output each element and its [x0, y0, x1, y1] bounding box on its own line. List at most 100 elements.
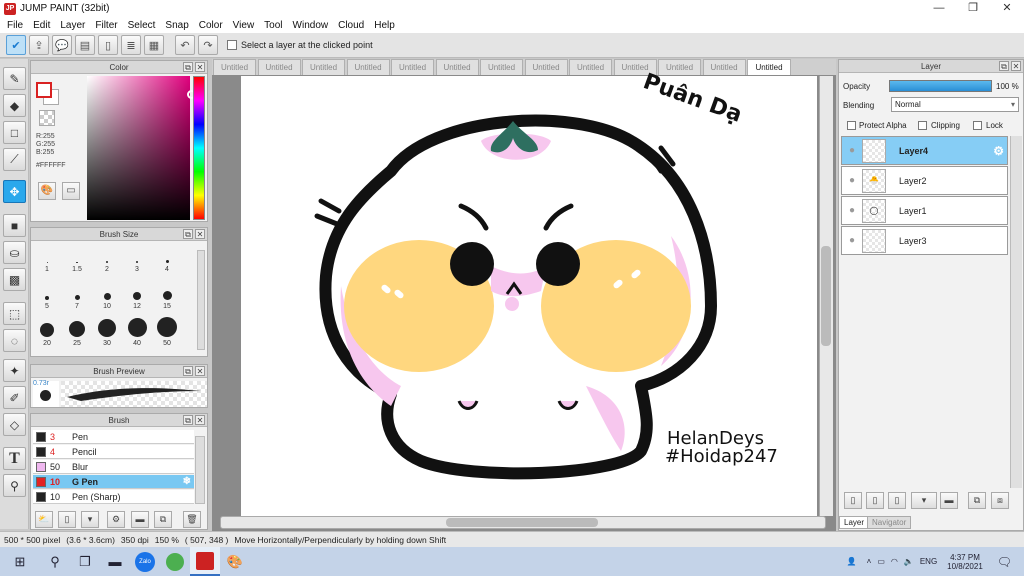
brush-list-scrollbar[interactable] [195, 436, 205, 504]
document-tab[interactable]: Untitled [702, 59, 746, 75]
rect-select-tool-button[interactable]: □ [3, 121, 26, 144]
brush-size-option[interactable]: 3 [122, 243, 152, 273]
menu-select[interactable]: Select [123, 20, 161, 31]
panel-close-icon[interactable]: ✕ [1011, 61, 1021, 71]
eraser-tool-button[interactable]: ◆ [3, 94, 26, 117]
document-tab[interactable]: Untitled [257, 59, 301, 75]
undo-button[interactable]: ↶ [175, 35, 195, 55]
visibility-toggle-icon[interactable]: ● [842, 175, 862, 186]
line-tool-button[interactable]: ⟋ [3, 148, 26, 171]
lock-checkbox[interactable] [973, 121, 982, 130]
layer-settings-icon[interactable]: ⚙ [993, 144, 1004, 158]
chevron-up-icon[interactable]: ˄ [867, 557, 872, 566]
notification-icon[interactable]: 🗨 [997, 555, 1012, 569]
menu-layer[interactable]: Layer [55, 20, 90, 31]
zalo-button[interactable]: Zalo [130, 547, 160, 576]
lasso-tool-button[interactable]: ◌ [3, 329, 26, 352]
document-tab[interactable]: Untitled [747, 59, 791, 75]
transparent-swatch[interactable] [39, 110, 55, 126]
browser-button[interactable] [160, 547, 190, 576]
menu-filter[interactable]: Filter [90, 20, 122, 31]
brush-size-option[interactable]: 25 [62, 317, 92, 347]
visibility-toggle-icon[interactable]: ● [842, 235, 862, 246]
text-tool-button[interactable]: T [3, 447, 26, 470]
comment-button[interactable]: 💬 [52, 35, 72, 55]
foreground-color-swatch[interactable] [36, 82, 52, 98]
horizontal-scroll-thumb[interactable] [446, 518, 598, 527]
panel-close-icon[interactable]: ✕ [195, 229, 205, 239]
brush-size-scrollbar[interactable] [197, 250, 205, 350]
menu-cloud[interactable]: Cloud [333, 20, 369, 31]
tab-navigator[interactable]: Navigator [867, 516, 912, 529]
brush-list-item[interactable]: 4 Pencil [33, 445, 194, 459]
menu-color[interactable]: Color [194, 20, 228, 31]
selection-tool-button[interactable]: ⬚ [3, 302, 26, 325]
document-button[interactable]: ▯ [98, 35, 118, 55]
minimize-button[interactable]: — [922, 0, 956, 17]
delete-brush-button[interactable]: 🗑 [183, 511, 201, 528]
pen-tool-button[interactable]: ✎ [3, 67, 26, 90]
layer-folder-button[interactable]: ▬ [940, 492, 958, 509]
layer-cloud-button[interactable]: ▯ [844, 492, 862, 509]
document-tab[interactable]: Untitled [346, 59, 390, 75]
brush-folder-button[interactable]: ▬ [131, 511, 149, 528]
panel-detach-icon[interactable]: ⧉ [183, 62, 193, 72]
brush-size-option[interactable]: 10 [92, 280, 122, 310]
brush-size-option[interactable]: 1.5 [62, 243, 92, 273]
document-tab[interactable]: Untitled [302, 59, 345, 75]
brush-menu-button[interactable]: ▾ [81, 511, 99, 528]
layer-row[interactable]: ● ◯ Layer1 [841, 196, 1008, 225]
volume-icon[interactable]: 🔈 [904, 557, 914, 566]
duplicate-brush-button[interactable]: ⧉ [154, 511, 172, 528]
canvas-vertical-scrollbar[interactable] [819, 76, 833, 516]
layer-list-scrollbar[interactable] [1010, 136, 1022, 488]
tab-layer[interactable]: Layer [839, 516, 870, 529]
explorer-button[interactable]: ▬ [100, 547, 130, 576]
menu-edit[interactable]: Edit [28, 20, 55, 31]
menu-snap[interactable]: Snap [160, 20, 193, 31]
cloud-sync-button[interactable]: ✔ [6, 35, 26, 55]
document-tab[interactable]: Untitled [658, 59, 701, 75]
fill-rect-tool-button[interactable]: ■ [3, 214, 26, 237]
merge-layer-button[interactable]: ⧈ [991, 492, 1009, 509]
brush-size-option[interactable]: 30 [92, 317, 122, 347]
document-tab[interactable]: Untitled [213, 59, 256, 75]
document-tab[interactable]: Untitled [480, 59, 523, 75]
search-button[interactable]: ⚲ [40, 547, 70, 576]
saturation-value-picker[interactable] [87, 76, 196, 220]
new-brush-button[interactable]: ▯ [58, 511, 76, 528]
brush-size-option[interactable]: 40 [122, 317, 152, 347]
move-tool-button[interactable]: ✥ [3, 180, 26, 203]
layer-copy-button[interactable]: ▯ [888, 492, 906, 509]
menu-tool[interactable]: Tool [259, 20, 287, 31]
document-tab[interactable]: Untitled [524, 59, 568, 75]
brush-list-item[interactable]: 10 Pen (Sharp) [33, 490, 194, 504]
people-icon[interactable]: 👤 [847, 557, 857, 566]
battery-icon[interactable]: ▭ [877, 557, 885, 566]
panel-detach-icon[interactable]: ⧉ [999, 61, 1009, 71]
panel-detach-icon[interactable]: ⧉ [183, 366, 193, 376]
wifi-icon[interactable]: ◠ [891, 557, 898, 566]
menu-help[interactable]: Help [369, 20, 400, 31]
hand-tool-button[interactable]: ⚲ [3, 474, 26, 497]
language-indicator[interactable]: ENG [920, 557, 937, 566]
brush-size-option[interactable]: 15 [152, 280, 182, 310]
brush-size-option[interactable]: 2 [92, 243, 122, 273]
page-settings-button[interactable]: ≣ [121, 35, 141, 55]
select-pen-tool-button[interactable]: ✐ [3, 386, 26, 409]
protect-alpha-checkbox[interactable] [847, 121, 856, 130]
redo-button[interactable]: ↷ [198, 35, 218, 55]
document-tab[interactable]: Untitled [391, 59, 434, 75]
select-eraser-tool-button[interactable]: ◇ [3, 413, 26, 436]
panel-close-icon[interactable]: ✕ [195, 415, 205, 425]
hue-slider[interactable] [193, 76, 205, 220]
visibility-toggle-icon[interactable]: ● [842, 205, 862, 216]
blending-dropdown[interactable]: Normal ▾ [891, 97, 1019, 112]
opacity-slider[interactable] [889, 80, 992, 92]
brush-list-item[interactable]: 50 Blur [33, 460, 194, 474]
share-button[interactable]: ⇪ [29, 35, 49, 55]
start-button[interactable]: ⊞ [0, 547, 40, 576]
visibility-toggle-icon[interactable]: ● [842, 145, 862, 156]
clock[interactable]: 4:37 PM 10/8/2021 [947, 553, 983, 571]
brush-size-option[interactable]: 4 [152, 243, 182, 273]
